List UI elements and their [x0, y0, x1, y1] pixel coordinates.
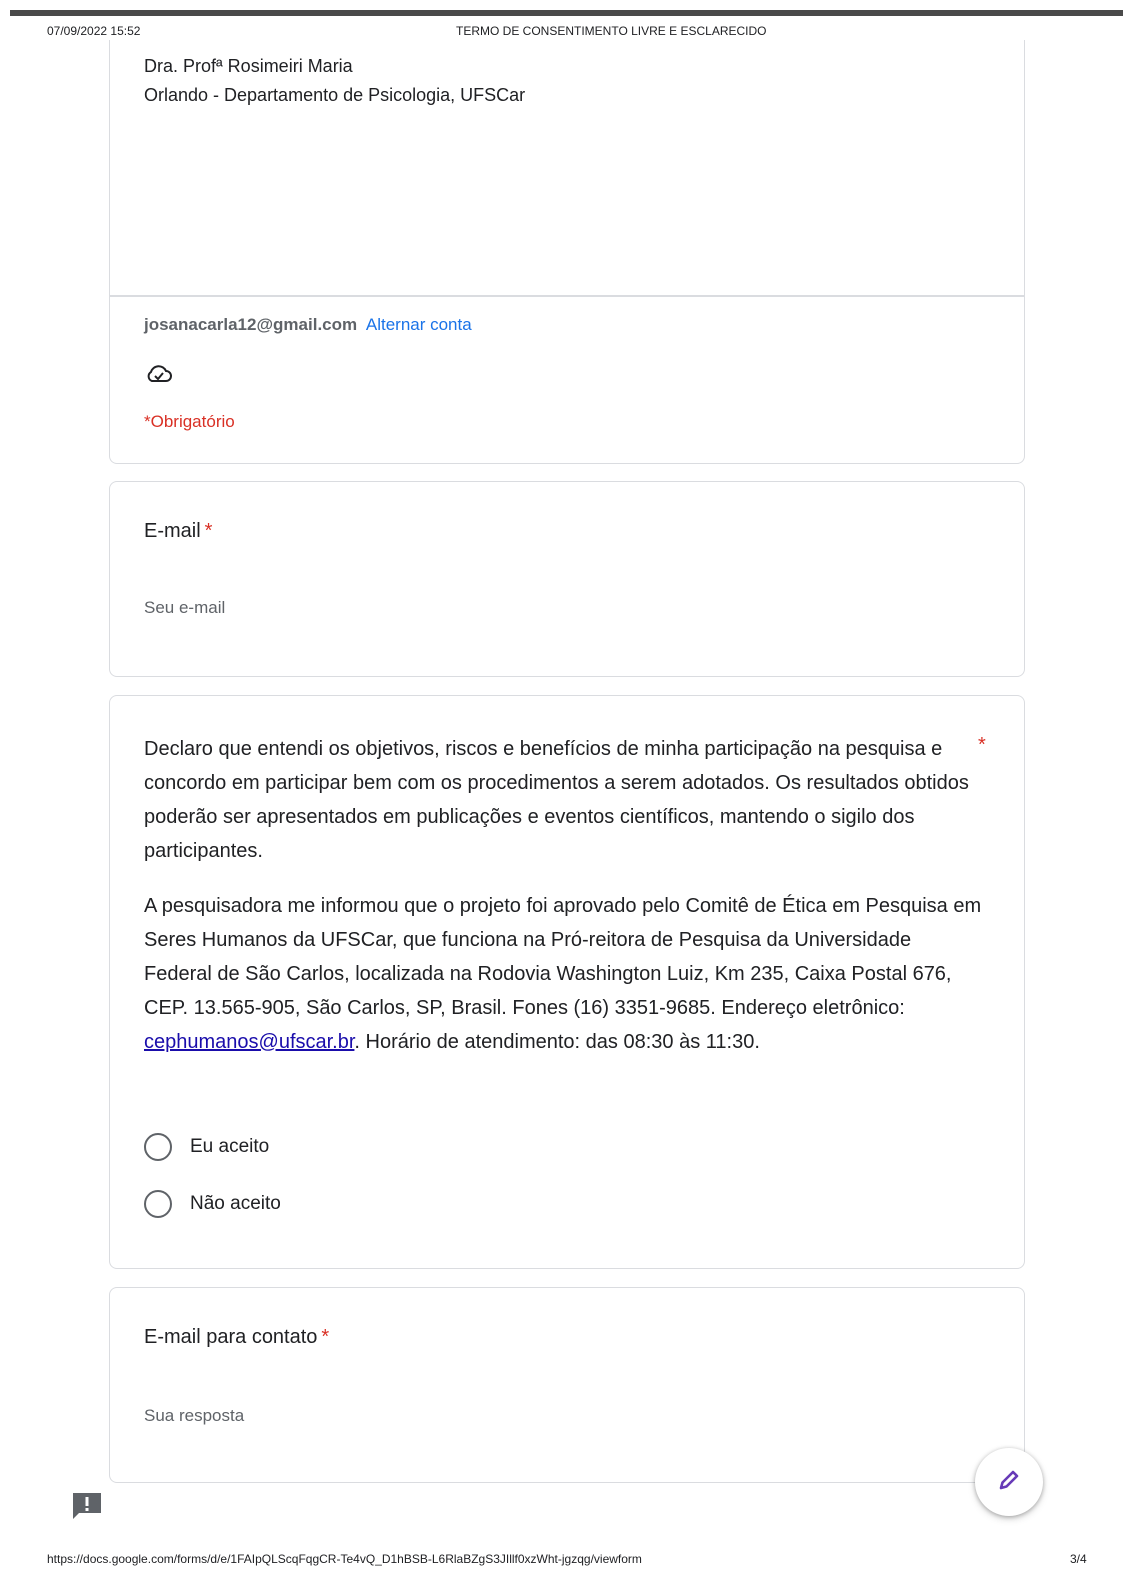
print-title: TERMO DE CONSENTIMENTO LIVRE E ESCLARECI… — [456, 24, 767, 38]
researcher-line-2: Orlando - Departamento de Psicologia, UF… — [144, 85, 526, 105]
footer-url: https://docs.google.com/forms/d/e/1FAIpQ… — [47, 1552, 642, 1566]
account-row: josanacarla12@gmail.com Alternar conta — [144, 315, 472, 335]
print-date: 07/09/2022 15:52 — [47, 24, 141, 38]
required-note: *Obrigatório — [144, 412, 235, 431]
radio-option-accept[interactable]: Eu aceito — [144, 1133, 269, 1161]
required-asterisk: * — [978, 734, 986, 756]
pencil-icon — [996, 1467, 1022, 1498]
researcher-info: Dra. Profª Rosimeiri Maria Orlando - Dep… — [144, 52, 525, 110]
required-asterisk: * — [321, 1326, 330, 1348]
email-question-label: E-mail — [144, 520, 201, 542]
ethics-email-link[interactable]: cephumanos@ufscar.br — [144, 1031, 354, 1053]
header-divider — [110, 295, 1024, 297]
contact-email-question-card: E-mail para contato * — [109, 1287, 1025, 1483]
page-number: 3/4 — [1070, 1552, 1087, 1566]
feedback-icon[interactable] — [71, 1491, 103, 1521]
consent-paragraph-2-text: A pesquisadora me informou que o projeto… — [144, 895, 982, 1019]
contact-email-input[interactable] — [144, 1404, 464, 1428]
email-input[interactable] — [144, 596, 464, 620]
required-asterisk: * — [204, 520, 213, 542]
radio-option-decline[interactable]: Não aceito — [144, 1190, 281, 1218]
form-header-card: Dra. Profª Rosimeiri Maria Orlando - Dep… — [109, 40, 1025, 464]
consent-question-card: Declaro que entendi os objetivos, riscos… — [109, 695, 1025, 1269]
radio-label: Não aceito — [190, 1193, 281, 1214]
email-question-card: E-mail * — [109, 481, 1025, 677]
contact-question-label: E-mail para contato — [144, 1326, 318, 1348]
contact-question-title: E-mail para contato * — [144, 1326, 329, 1349]
consent-paragraph-2-end: . Horário de atendimento: das 08:30 às 1… — [354, 1031, 760, 1053]
top-border-bar — [10, 10, 1123, 16]
cloud-check-icon — [144, 362, 174, 386]
switch-account-link[interactable]: Alternar conta — [366, 315, 472, 334]
account-email: josanacarla12@gmail.com — [144, 315, 358, 334]
consent-paragraph-1: Declaro que entendi os objetivos, riscos… — [144, 738, 969, 862]
researcher-line-1: Dra. Profª Rosimeiri Maria — [144, 56, 353, 76]
radio-label: Eu aceito — [190, 1136, 270, 1157]
edit-fab-button[interactable] — [975, 1448, 1043, 1516]
consent-paragraph-2: A pesquisadora me informou que o projeto… — [144, 889, 984, 1059]
radio-button[interactable] — [144, 1190, 172, 1218]
email-question-title: E-mail * — [144, 520, 212, 543]
radio-button[interactable] — [144, 1133, 172, 1161]
